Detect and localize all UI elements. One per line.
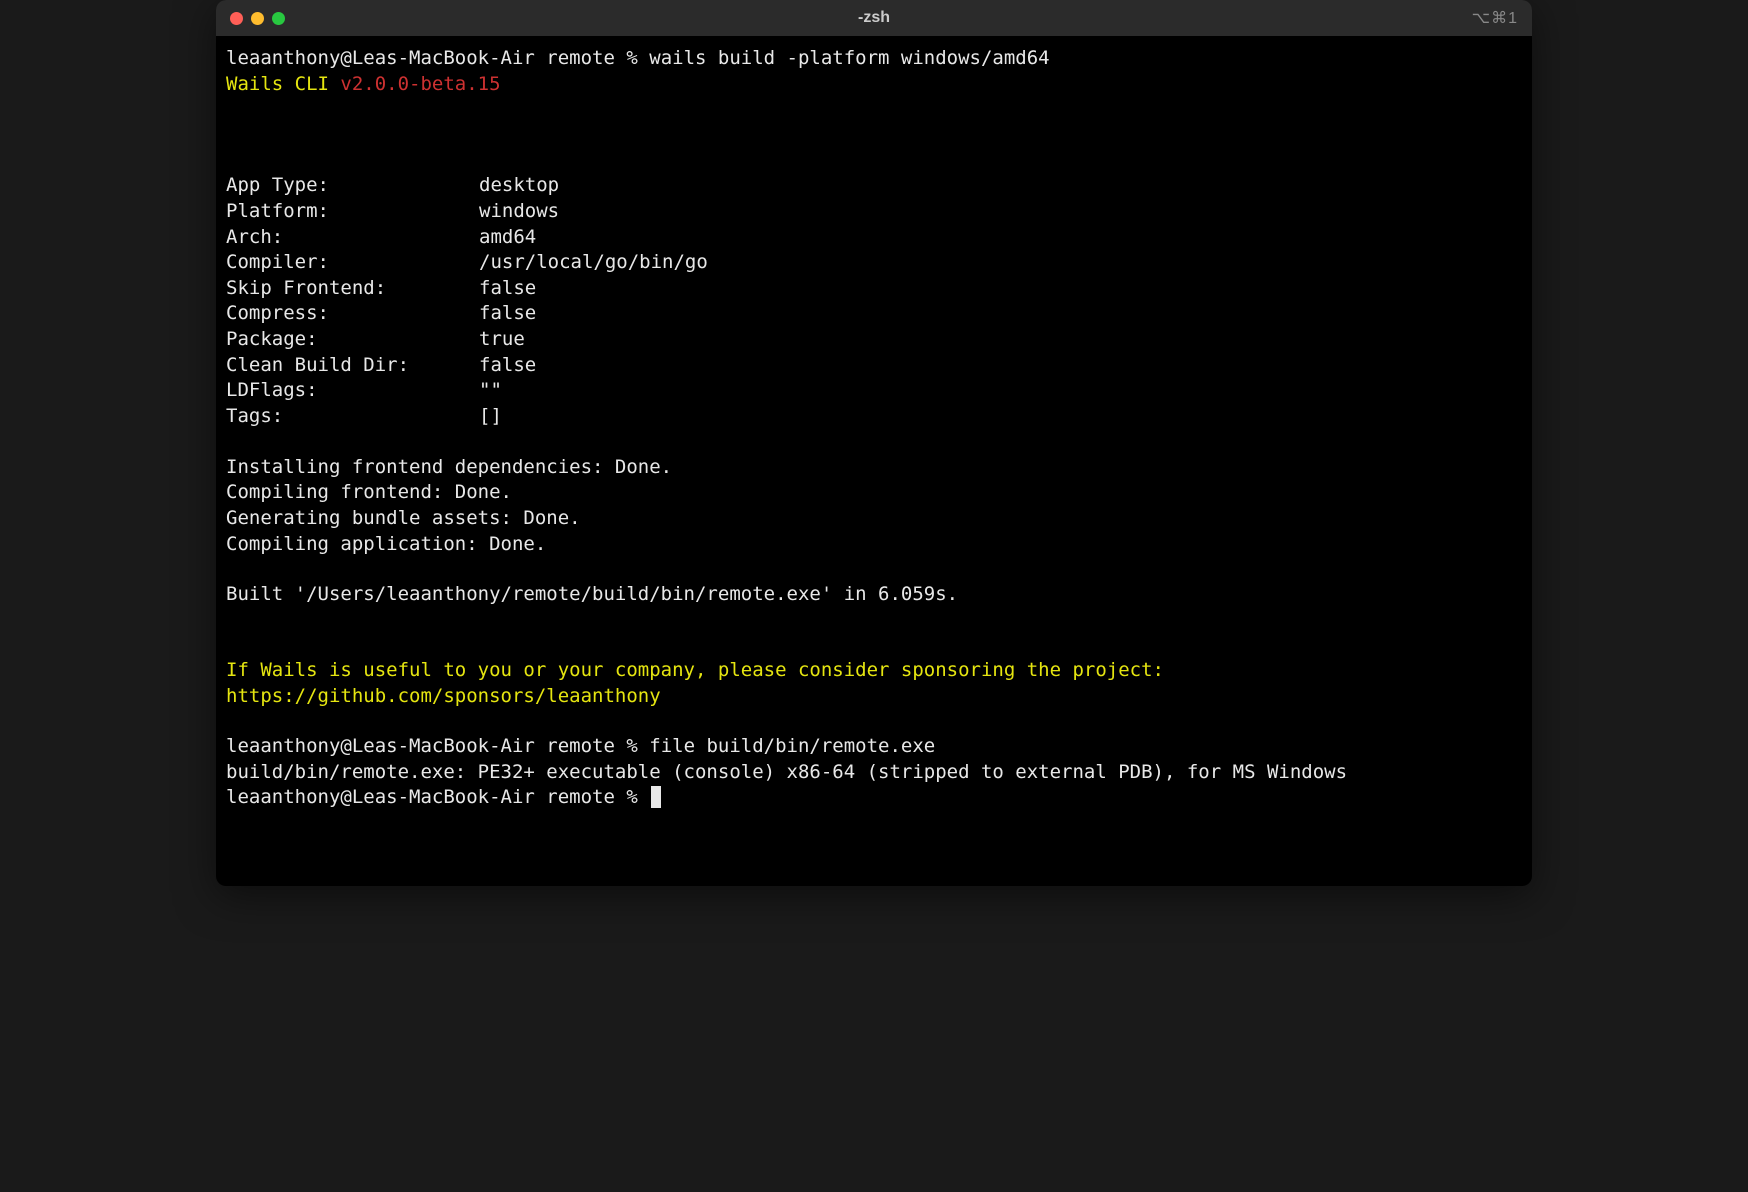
- build-info-table: App Type:desktop Platform:windows Arch:a…: [226, 173, 1522, 429]
- info-row: Tags:[]: [226, 404, 1522, 430]
- info-value: windows: [479, 199, 559, 225]
- info-label: Arch:: [226, 225, 479, 251]
- prompt-line-2: leaanthony@Leas-MacBook-Air remote % fil…: [226, 734, 1522, 760]
- close-icon[interactable]: [230, 12, 243, 25]
- built-line: Built '/Users/leaanthony/remote/build/bi…: [226, 582, 1522, 608]
- cursor-icon: [651, 786, 661, 808]
- info-value: desktop: [479, 173, 559, 199]
- info-row: Clean Build Dir:false: [226, 353, 1522, 379]
- prompt-line-3: leaanthony@Leas-MacBook-Air remote %: [226, 785, 1522, 811]
- prompt-prefix: leaanthony@Leas-MacBook-Air remote %: [226, 786, 649, 808]
- file-output: build/bin/remote.exe: PE32+ executable (…: [226, 760, 1522, 786]
- maximize-icon[interactable]: [272, 12, 285, 25]
- terminal-body[interactable]: leaanthony@Leas-MacBook-Air remote % wai…: [216, 36, 1532, 886]
- command-text: file build/bin/remote.exe: [649, 735, 935, 757]
- cli-name: Wails CLI: [226, 73, 340, 95]
- prompt-line-1: leaanthony@Leas-MacBook-Air remote % wai…: [226, 46, 1522, 72]
- info-row: Platform:windows: [226, 199, 1522, 225]
- info-label: Platform:: [226, 199, 479, 225]
- info-row: App Type:desktop: [226, 173, 1522, 199]
- info-label: Tags:: [226, 404, 479, 430]
- cli-version: v2.0.0-beta.15: [340, 73, 500, 95]
- info-row: Arch:amd64: [226, 225, 1522, 251]
- window-title: -zsh: [858, 9, 890, 27]
- info-label: Compiler:: [226, 250, 479, 276]
- traffic-lights: [230, 12, 285, 25]
- minimize-icon[interactable]: [251, 12, 264, 25]
- progress-line: Installing frontend dependencies: Done.: [226, 455, 1522, 481]
- info-value: false: [479, 301, 536, 327]
- info-row: Package:true: [226, 327, 1522, 353]
- progress-line: Compiling frontend: Done.: [226, 480, 1522, 506]
- prompt-prefix: leaanthony@Leas-MacBook-Air remote %: [226, 735, 649, 757]
- command-text: wails build -platform windows/amd64: [649, 47, 1049, 69]
- info-row: Skip Frontend:false: [226, 276, 1522, 302]
- info-label: LDFlags:: [226, 378, 479, 404]
- info-value: false: [479, 276, 536, 302]
- info-label: App Type:: [226, 173, 479, 199]
- info-value: amd64: [479, 225, 536, 251]
- terminal-window: -zsh ⌥⌘1 leaanthony@Leas-MacBook-Air rem…: [216, 0, 1532, 886]
- progress-line: Generating bundle assets: Done.: [226, 506, 1522, 532]
- info-value: false: [479, 353, 536, 379]
- sponsor-link: https://github.com/sponsors/leaanthony: [226, 684, 1522, 710]
- info-label: Compress:: [226, 301, 479, 327]
- info-label: Skip Frontend:: [226, 276, 479, 302]
- info-row: LDFlags:"": [226, 378, 1522, 404]
- info-label: Package:: [226, 327, 479, 353]
- window-shortcut: ⌥⌘1: [1472, 8, 1518, 28]
- title-bar: -zsh ⌥⌘1: [216, 0, 1532, 36]
- info-value: []: [479, 404, 502, 430]
- cli-banner: Wails CLI v2.0.0-beta.15: [226, 72, 1522, 98]
- progress-line: Compiling application: Done.: [226, 532, 1522, 558]
- info-label: Clean Build Dir:: [226, 353, 479, 379]
- sponsor-line-1: If Wails is useful to you or your compan…: [226, 658, 1522, 684]
- info-value: /usr/local/go/bin/go: [479, 250, 708, 276]
- info-row: Compiler:/usr/local/go/bin/go: [226, 250, 1522, 276]
- info-row: Compress:false: [226, 301, 1522, 327]
- prompt-prefix: leaanthony@Leas-MacBook-Air remote %: [226, 47, 649, 69]
- info-value: true: [479, 327, 525, 353]
- info-value: "": [479, 378, 502, 404]
